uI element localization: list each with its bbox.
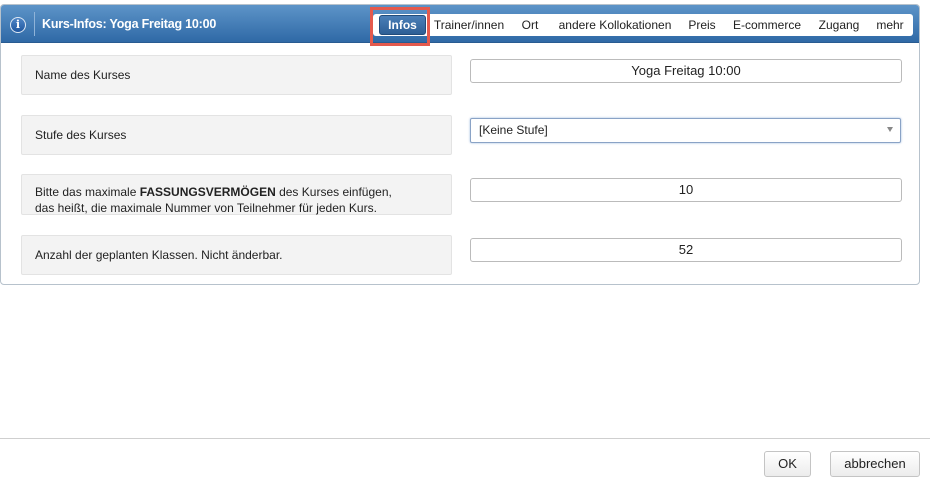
tab-infos[interactable]: Infos — [379, 15, 426, 35]
info-icon: i — [10, 17, 26, 33]
course-level-label-text: Stufe des Kurses — [35, 128, 127, 142]
course-level-value: [Keine Stufe] — [479, 123, 548, 137]
tab-kollokationen[interactable]: andere Kollokationen — [553, 14, 677, 36]
tab-zugang[interactable]: Zugang — [813, 14, 865, 36]
capacity-field[interactable]: 10 — [470, 178, 902, 202]
dialog-titlebar: i Kurs-Infos: Yoga Freitag 10:00 Infos T… — [1, 5, 919, 43]
capacity-label-line1: Bitte das maximale FASSUNGSVERMÖGEN des … — [35, 184, 392, 200]
tab-ecommerce[interactable]: E-commerce — [730, 14, 804, 36]
course-name-field[interactable]: Yoga Freitag 10:00 — [470, 59, 902, 83]
tab-trainer[interactable]: Trainer/innen — [431, 14, 507, 36]
classes-count-field: 52 — [470, 238, 902, 262]
capacity-label-before: Bitte das maximale — [35, 185, 140, 199]
capacity-label-bold: FASSUNGSVERMÖGEN — [139, 185, 276, 199]
capacity-label-line2: das heißt, die maximale Nummer von Teiln… — [35, 201, 377, 215]
ok-button[interactable]: OK — [764, 451, 811, 477]
tab-bar: Infos Trainer/innen Ort andere Kollokati… — [373, 14, 913, 36]
dialog-title: Kurs-Infos: Yoga Freitag 10:00 — [42, 17, 217, 31]
classes-count-label-text: Anzahl der geplanten Klassen. Nicht ände… — [35, 248, 283, 262]
course-name-label: Name des Kurses — [21, 55, 452, 95]
tab-ort[interactable]: Ort — [516, 14, 544, 36]
course-info-dialog: i Kurs-Infos: Yoga Freitag 10:00 Infos T… — [0, 4, 920, 285]
capacity-label-after: des Kurses einfügen, — [275, 185, 392, 199]
course-level-label: Stufe des Kurses — [21, 115, 452, 155]
capacity-label: Bitte das maximale FASSUNGSVERMÖGEN des … — [21, 174, 452, 215]
tab-preis[interactable]: Preis — [685, 14, 719, 36]
classes-count-label: Anzahl der geplanten Klassen. Nicht ände… — [21, 235, 452, 275]
footer-divider — [0, 438, 930, 439]
caret-down-icon — [887, 127, 893, 132]
course-name-label-text: Name des Kurses — [35, 68, 131, 82]
course-level-select[interactable]: [Keine Stufe] — [470, 118, 901, 143]
tab-mehr[interactable]: mehr — [873, 14, 907, 36]
title-divider — [34, 12, 35, 36]
cancel-button[interactable]: abbrechen — [830, 451, 920, 477]
